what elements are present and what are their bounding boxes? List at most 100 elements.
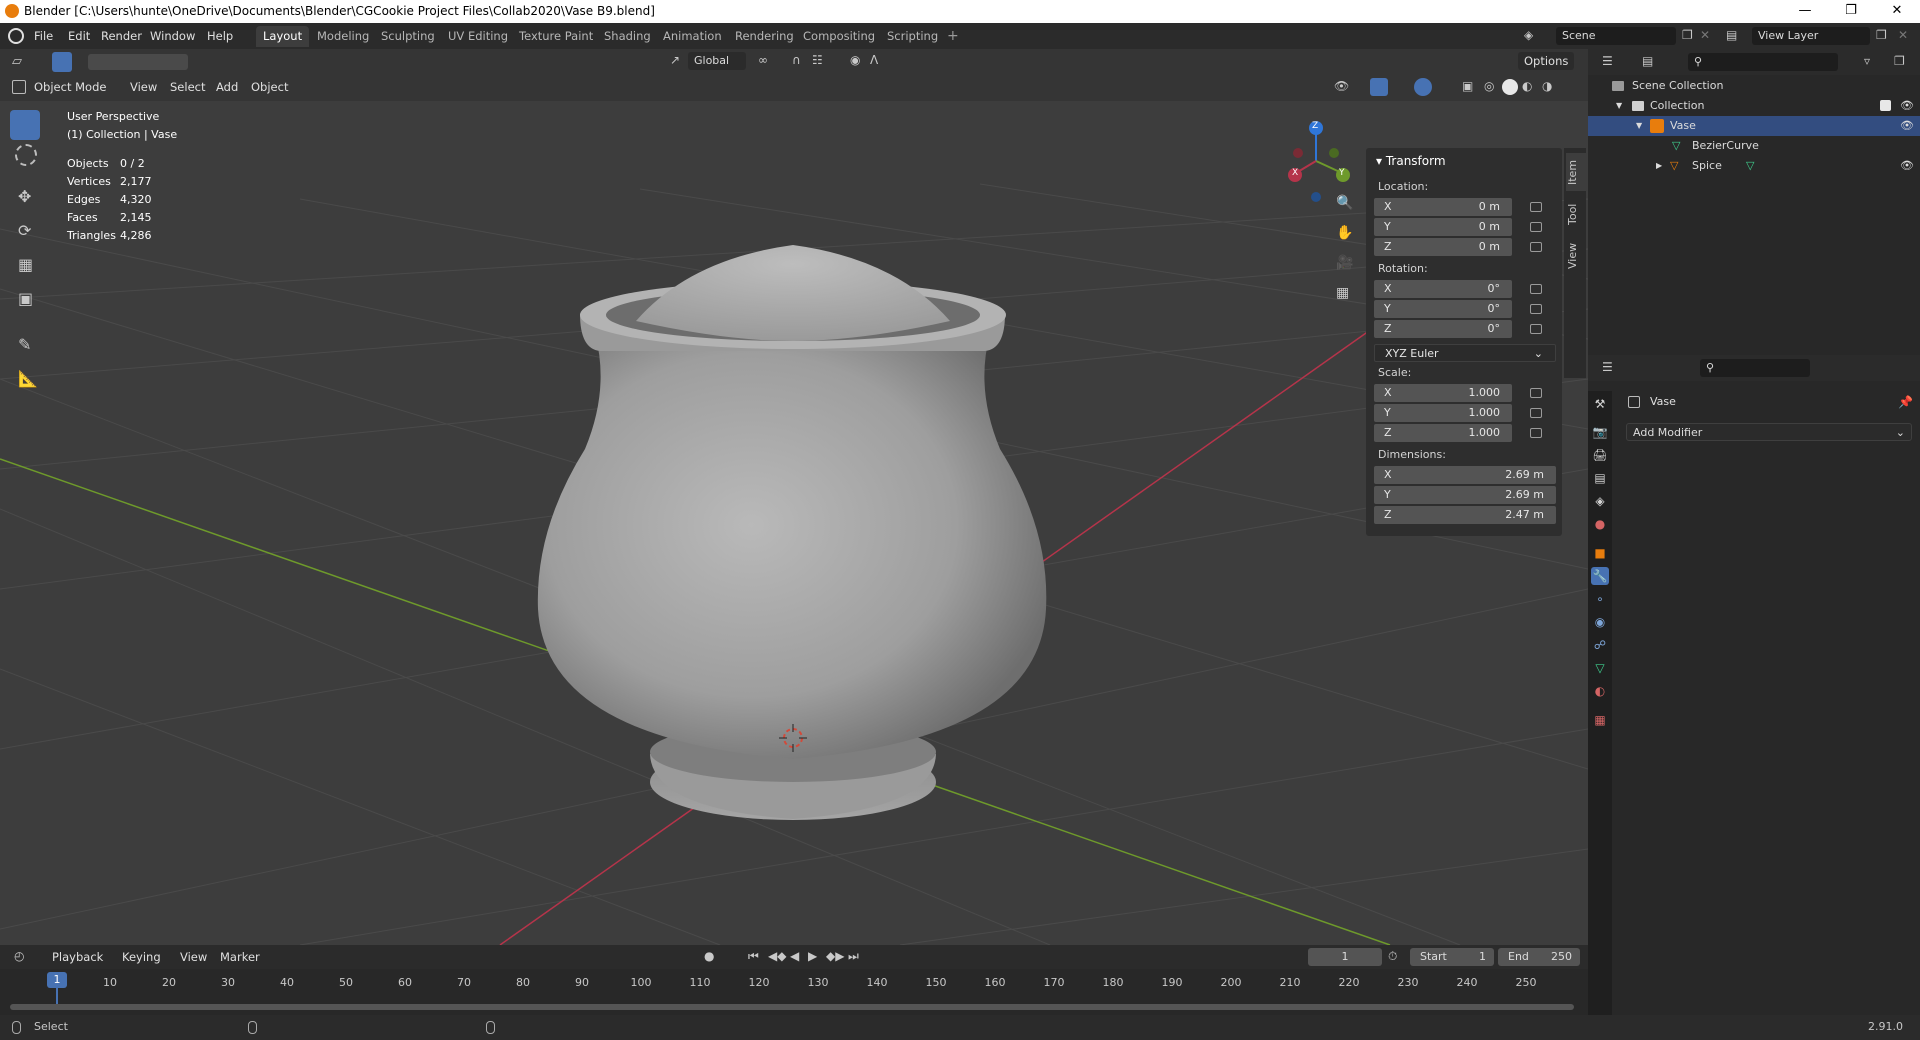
pan-hand-icon[interactable]: ✋ xyxy=(1336,225,1353,241)
scene-tab-icon[interactable]: ◈ xyxy=(1591,492,1609,510)
lock-icon[interactable] xyxy=(1530,304,1542,314)
play-icon[interactable]: ▶ xyxy=(808,949,817,963)
tab-tool[interactable]: Tool xyxy=(1566,197,1586,231)
start-frame-field[interactable]: Start 1 xyxy=(1410,948,1494,966)
output-tab-icon[interactable]: 🖨 xyxy=(1591,446,1609,464)
view-layer-icon[interactable]: ▤ xyxy=(1726,28,1737,42)
scene-icon[interactable]: ◈ xyxy=(1524,28,1533,42)
menu-edit[interactable]: Edit xyxy=(68,28,90,44)
expand-arrow-icon[interactable]: ▼ xyxy=(1636,116,1642,136)
object-mode-dropdown[interactable]: Object Mode xyxy=(28,78,112,96)
tab-view[interactable]: View xyxy=(1566,239,1586,273)
snap-target-icon[interactable]: ☷ xyxy=(812,53,823,67)
eye-icon[interactable]: 👁 xyxy=(1900,116,1914,136)
restore-icon[interactable]: ❐ xyxy=(1828,0,1874,23)
pivot-icon[interactable]: ∞ xyxy=(758,53,768,67)
render-tab-icon[interactable]: 📷 xyxy=(1591,423,1609,441)
outliner-row[interactable]: ▽ BezierCurve xyxy=(1588,136,1920,156)
tab-item[interactable]: Item xyxy=(1566,153,1586,191)
current-frame-field[interactable]: 1 xyxy=(1308,948,1382,966)
rendered-shading-icon[interactable]: ◑ xyxy=(1542,79,1552,93)
transform-header[interactable]: ▾ Transform xyxy=(1376,154,1446,168)
rotation-mode-dropdown[interactable]: XYZ Euler ⌄ xyxy=(1374,344,1556,362)
camera-icon[interactable]: 🎥 xyxy=(1336,255,1353,271)
move-tool-icon[interactable]: ✥ xyxy=(18,187,31,206)
dimensions-y-field[interactable]: Y 2.69 m xyxy=(1374,486,1556,504)
outliner-search-input[interactable]: ⚲ xyxy=(1688,53,1838,71)
measure-tool-icon[interactable]: 📐 xyxy=(18,369,38,388)
menu-file[interactable]: File xyxy=(34,28,53,44)
tool-tab-icon[interactable]: ⚒ xyxy=(1591,395,1609,413)
scale-z-field[interactable]: Z 1.000 xyxy=(1374,424,1512,442)
view-layer-tab-icon[interactable]: ▤ xyxy=(1591,469,1609,487)
checkbox-icon[interactable] xyxy=(1880,100,1891,111)
tab-layout[interactable]: Layout xyxy=(256,26,310,47)
remove-view-layer-icon[interactable]: ✕ xyxy=(1898,28,1908,42)
particles-tab-icon[interactable]: ∘ xyxy=(1591,590,1609,608)
tab-texture-paint[interactable]: Texture Paint xyxy=(512,26,600,47)
constraints-tab-icon[interactable]: ☍ xyxy=(1591,636,1609,654)
data-tab-icon[interactable]: ▽ xyxy=(1591,659,1609,677)
cursor-tool-icon[interactable] xyxy=(15,144,37,166)
pin-icon[interactable]: 📌 xyxy=(1898,395,1913,409)
prev-keyframe-icon[interactable]: ◀◆ xyxy=(768,949,786,963)
snap-icon[interactable]: ∩ xyxy=(792,53,801,67)
expand-arrow-icon[interactable]: ▼ xyxy=(1616,96,1622,116)
end-frame-field[interactable]: End 250 xyxy=(1498,948,1580,966)
tab-uv-editing[interactable]: UV Editing xyxy=(441,26,515,47)
orientation-dropdown[interactable]: Global xyxy=(688,52,746,70)
remove-scene-icon[interactable]: ✕ xyxy=(1700,28,1710,42)
overlay-toggle-icon[interactable] xyxy=(1414,78,1432,96)
properties-search-input[interactable]: ⚲ xyxy=(1700,359,1810,377)
zoom-icon[interactable]: 🔍 xyxy=(1336,195,1353,211)
annotate-tool-icon[interactable]: ✎ xyxy=(18,335,31,354)
lock-icon[interactable] xyxy=(1530,222,1542,232)
stopwatch-icon[interactable]: ⏱ xyxy=(1388,949,1397,964)
header-menu-object[interactable]: Object xyxy=(245,78,294,96)
timeline-menu-view[interactable]: View xyxy=(174,948,213,966)
lock-icon[interactable] xyxy=(1530,388,1542,398)
lock-icon[interactable] xyxy=(1530,408,1542,418)
material-shading-icon[interactable]: ◐ xyxy=(1522,79,1532,93)
filter-icon[interactable]: ▿ xyxy=(1864,54,1870,68)
tab-modeling[interactable]: Modeling xyxy=(310,26,376,47)
location-y-field[interactable]: Y 0 m xyxy=(1374,218,1512,236)
location-z-field[interactable]: Z 0 m xyxy=(1374,238,1512,256)
play-reverse-icon[interactable]: ◀ xyxy=(790,949,799,963)
scale-tool-icon[interactable]: ▦ xyxy=(18,255,33,274)
world-tab-icon[interactable]: ● xyxy=(1591,515,1609,533)
rotation-y-field[interactable]: Y 0° xyxy=(1374,300,1512,318)
menu-render[interactable]: Render xyxy=(101,28,142,44)
eye-icon[interactable]: 👁 xyxy=(1900,156,1914,176)
lock-icon[interactable] xyxy=(1530,428,1542,438)
record-icon[interactable]: ● xyxy=(704,949,714,963)
close-icon[interactable]: ✕ xyxy=(1874,0,1920,23)
scale-y-field[interactable]: Y 1.000 xyxy=(1374,404,1512,422)
timeline-menu-marker[interactable]: Marker xyxy=(214,948,266,966)
tab-sculpting[interactable]: Sculpting xyxy=(374,26,442,47)
outliner-row[interactable]: ▼ Collection 👁 xyxy=(1588,96,1920,116)
dimensions-z-field[interactable]: Z 2.47 m xyxy=(1374,506,1556,524)
outliner-row[interactable]: ▶ ▽ Spice ▽ 👁 xyxy=(1588,156,1920,176)
tab-scripting[interactable]: Scripting xyxy=(880,26,945,47)
expand-arrow-icon[interactable]: ▶ xyxy=(1656,156,1662,176)
tab-shading[interactable]: Shading xyxy=(597,26,658,47)
tab-compositing[interactable]: Compositing xyxy=(796,26,882,47)
rotation-z-field[interactable]: Z 0° xyxy=(1374,320,1512,338)
solid-shading-icon[interactable] xyxy=(1502,79,1518,95)
dimensions-x-field[interactable]: X 2.69 m xyxy=(1374,466,1556,484)
new-collection-icon[interactable]: ❐ xyxy=(1894,54,1905,68)
lock-icon[interactable] xyxy=(1530,202,1542,212)
lock-icon[interactable] xyxy=(1530,242,1542,252)
view-layer-field[interactable]: View Layer xyxy=(1752,27,1870,45)
grid-perspective-icon[interactable]: ▦ xyxy=(1336,285,1349,301)
add-modifier-dropdown[interactable]: Add Modifier ⌄ xyxy=(1626,423,1912,441)
tab-rendering[interactable]: Rendering xyxy=(728,26,801,47)
wireframe-shading-icon[interactable]: ◎ xyxy=(1484,79,1494,93)
timeline-editor-icon[interactable]: ◴ xyxy=(14,949,24,963)
timeline-scrollbar[interactable] xyxy=(10,1004,1574,1010)
xray-icon[interactable]: ▣ xyxy=(1462,79,1473,93)
gizmo-toggle-icon[interactable] xyxy=(1370,78,1388,96)
editor-type-icon[interactable]: ▱ xyxy=(12,54,22,69)
header-menu-select[interactable]: Select xyxy=(164,78,211,96)
